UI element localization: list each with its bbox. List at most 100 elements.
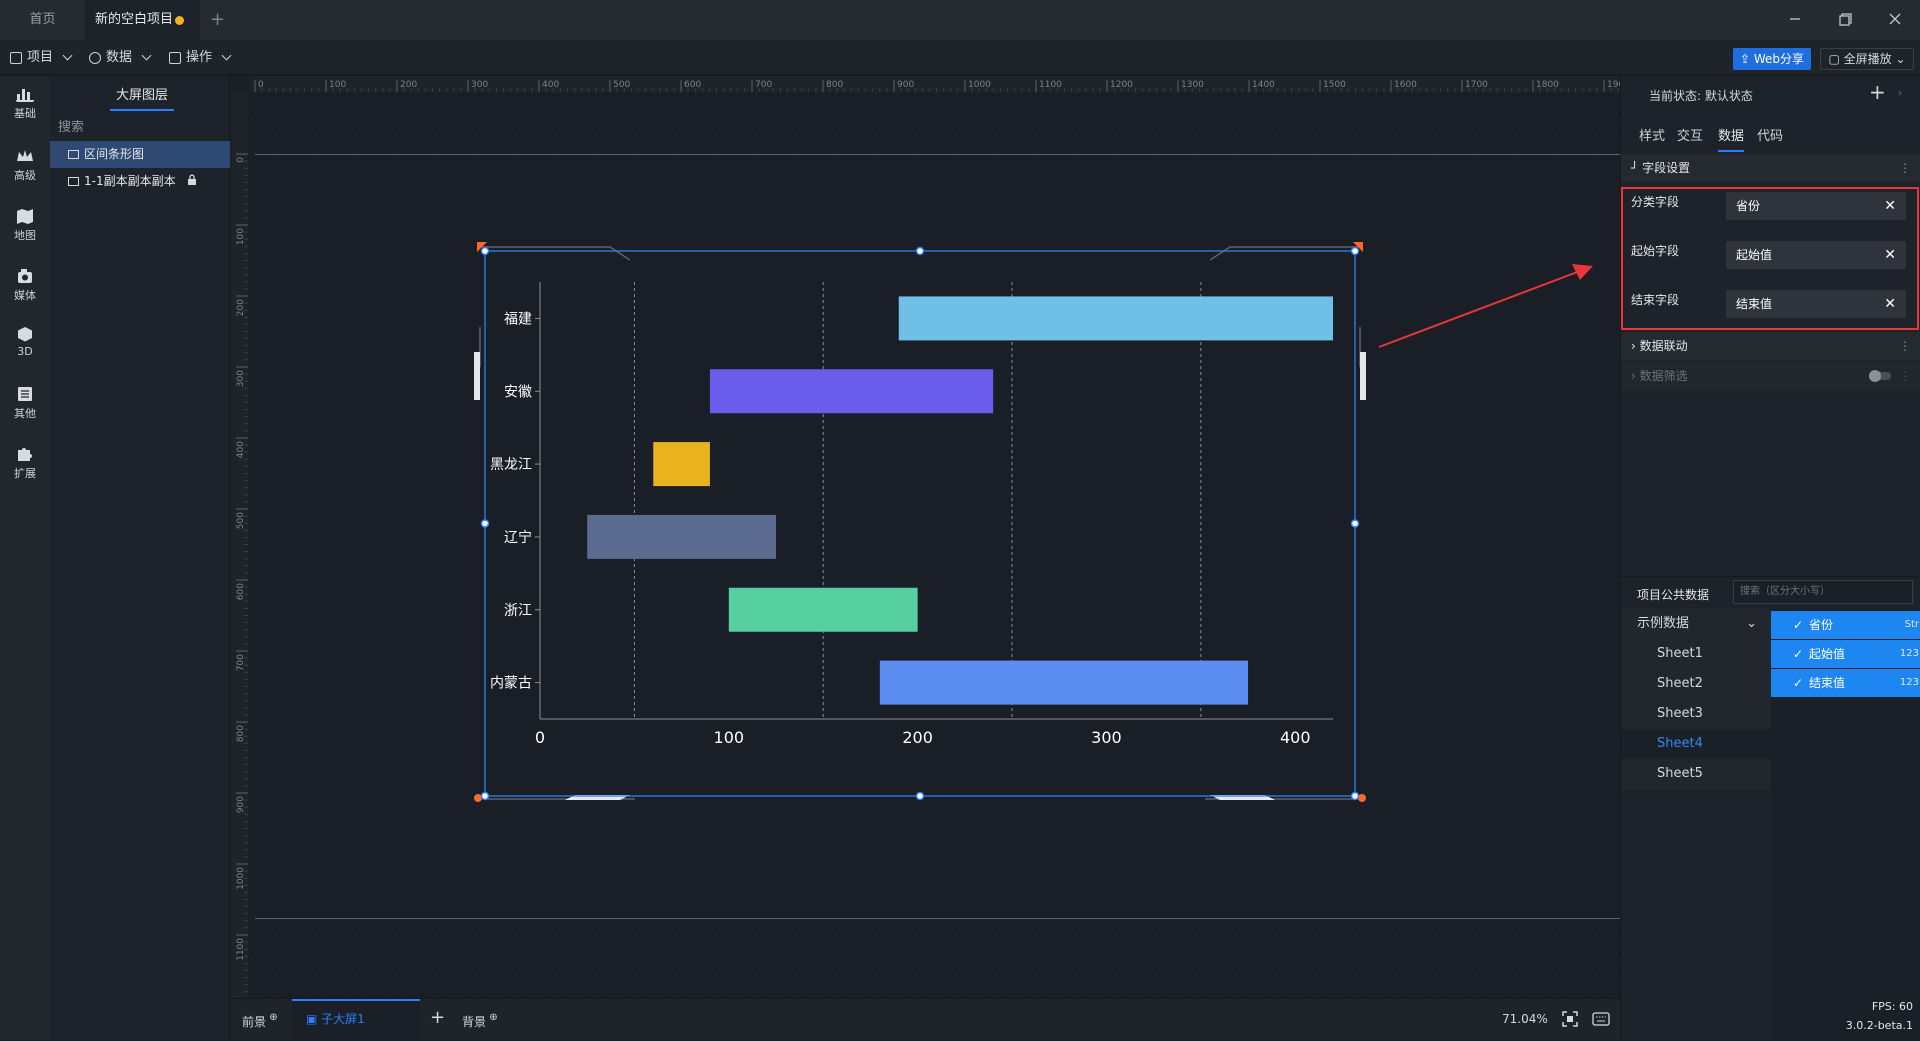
sheet-item[interactable]: Sheet1 [1621, 639, 1771, 669]
ruler-tick-label: 900 [897, 80, 914, 90]
sheet-item[interactable]: Sheet2 [1621, 669, 1771, 699]
current-state: 当前状态: 默认状态 [1649, 87, 1753, 104]
dataset-dropdown[interactable]: 示例数据 ⌄ [1621, 609, 1771, 639]
sidebar-item-label: 扩展 [14, 467, 36, 480]
menu-project[interactable]: 项目 [10, 40, 73, 75]
menu-data[interactable]: 数据 [89, 40, 152, 75]
check-icon: ✓ [1793, 676, 1804, 690]
column-item[interactable]: ✓ 省份 Str [1771, 611, 1920, 639]
resize-handle [1350, 246, 1360, 256]
close-icon[interactable]: ✕ [1884, 192, 1896, 220]
layers-panel-title[interactable]: 大屏图层 [110, 84, 174, 111]
ruler-tick-label: 0 [258, 80, 264, 90]
data-linkage-header[interactable]: › 数据联动 ⋮ [1621, 332, 1920, 360]
data-filter-header[interactable]: › 数据筛选 ⋮ [1621, 362, 1920, 390]
add-circle-icon[interactable]: ⊕ [266, 1012, 277, 1023]
restore-button[interactable] [1820, 0, 1870, 40]
sheet-item-active[interactable]: Sheet4 [1621, 729, 1771, 759]
layer-item[interactable]: 区间条形图 [50, 141, 230, 168]
more-icon[interactable]: ⋮ [1899, 154, 1911, 182]
bar-chart-icon [16, 89, 34, 102]
sidebar-item-basic[interactable]: 基础 [0, 86, 50, 121]
tab-project[interactable]: 新的空白项目 [85, 0, 200, 40]
ruler-tick-label: 800 [236, 725, 246, 742]
close-icon [1889, 13, 1901, 25]
start-field-input[interactable]: 起始值 ✕ [1726, 241, 1906, 269]
check-icon: ✓ [1793, 647, 1804, 661]
layer-item-label: 1-1副本副本副本 [84, 174, 176, 188]
tab-code[interactable]: 代码 [1757, 125, 1783, 144]
foreground-tab[interactable]: 前景 ⊕ [242, 1012, 278, 1030]
category-label: 安徽 [504, 384, 532, 400]
sidebar-item-media[interactable]: 媒体 [0, 268, 50, 303]
layer-item-label: 区间条形图 [84, 147, 145, 161]
screen-icon: ▣ [306, 1012, 322, 1026]
close-icon[interactable]: ✕ [1884, 290, 1896, 318]
range-bar [879, 660, 1249, 705]
add-circle-icon[interactable]: ⊕ [486, 1012, 497, 1023]
layers-panel: 大屏图层 搜索 区间条形图 1-1副本副本副本 [50, 76, 230, 1040]
sidebar-item-advanced[interactable]: 高级 [0, 148, 50, 183]
lock-icon [188, 174, 197, 185]
dataset-label: 示例数据 [1637, 616, 1690, 631]
column-item[interactable]: ✓ 起始值 123 [1771, 640, 1920, 668]
menu-data-label: 数据 [106, 50, 133, 65]
tab-style[interactable]: 样式 [1639, 125, 1665, 144]
column-item[interactable]: ✓ 结束值 123 [1771, 669, 1920, 697]
menu-project-label: 项目 [27, 50, 54, 65]
collapse-icon: ┘ [1631, 161, 1639, 175]
category-field-input[interactable]: 省份 ✕ [1726, 192, 1906, 220]
range-bar-chart-widget[interactable]: 0 100 200 300 400 福建安徽黑龙江辽宁浙江内蒙古 [470, 237, 1370, 837]
resize-handle [1350, 519, 1360, 528]
menu-operation[interactable]: 操作 [169, 40, 232, 75]
ruler-tick-label: 600 [236, 583, 246, 600]
column-type: Str [1904, 619, 1919, 630]
end-field-input[interactable]: 结束值 ✕ [1726, 290, 1906, 318]
minimize-button[interactable] [1770, 0, 1820, 40]
file-icon [10, 51, 22, 64]
ruler-tick-label: 900 [236, 796, 246, 813]
more-icon[interactable]: ⋮ [1899, 362, 1911, 390]
fit-screen-icon[interactable] [1562, 1011, 1578, 1027]
more-icon[interactable]: ⋮ [1899, 332, 1911, 360]
background-tab[interactable]: 背景 ⊕ [462, 1012, 498, 1030]
sheet-item[interactable]: Sheet5 [1621, 759, 1771, 789]
editor-canvas[interactable]: 0 100 200 300 400 福建 安徽 黑龙江 辽宁 浙江 内蒙古 [255, 92, 1620, 998]
fullscreen-button[interactable]: ▢ 全屏播放 ⌄ [1820, 48, 1914, 70]
chevron-right-icon: › [1631, 339, 1636, 353]
keyboard-icon[interactable] [1592, 1012, 1610, 1026]
data-filter-label: 数据筛选 [1639, 369, 1688, 383]
category-field-value: 省份 [1736, 199, 1761, 213]
add-subscreen-button[interactable]: + [430, 1007, 445, 1028]
tab-interaction[interactable]: 交互 [1677, 125, 1703, 144]
sidebar-item-map[interactable]: 地图 [0, 208, 50, 243]
media-icon [18, 269, 32, 283]
close-window-button[interactable] [1870, 0, 1920, 40]
ruler-tick-label: 700 [755, 80, 772, 90]
fullscreen-label: 全屏播放 [1843, 52, 1892, 66]
sidebar-item-other[interactable]: 其他 [0, 386, 50, 421]
tab-data[interactable]: 数据 [1718, 125, 1745, 152]
chevron-down-icon: ⌄ [1746, 616, 1757, 631]
subscreen-tab[interactable]: ▣ 子大屏1 [292, 999, 420, 1040]
column-type: 123 [1899, 677, 1919, 688]
chevron-right-icon[interactable]: › [1898, 86, 1902, 99]
sidebar-item-3d[interactable]: 3D [0, 326, 50, 358]
sidebar-item-label: 3D [17, 345, 33, 358]
web-share-button[interactable]: ⇪ Web分享 [1733, 48, 1811, 70]
ruler-tick-label: 700 [236, 654, 246, 671]
chevron-right-icon: › [1631, 369, 1636, 383]
add-state-button[interactable]: + [1869, 80, 1886, 104]
fullscreen-icon: ▢ [1828, 52, 1844, 66]
tab-home[interactable]: 首页 [0, 0, 85, 40]
filter-toggle[interactable] [1869, 370, 1891, 382]
add-tab-button[interactable]: + [210, 0, 230, 40]
annotation-arrow [1378, 264, 1593, 348]
layers-search-input[interactable]: 搜索 [58, 116, 84, 135]
close-icon[interactable]: ✕ [1884, 241, 1896, 269]
field-settings-header[interactable]: ┘ 字段设置 ⋮ [1621, 154, 1920, 182]
sheet-item[interactable]: Sheet3 [1621, 699, 1771, 729]
sidebar-item-extend[interactable]: 扩展 [0, 446, 50, 481]
layer-item[interactable]: 1-1副本副本副本 [50, 168, 230, 195]
public-data-search-input[interactable]: 搜索（区分大小写） [1733, 580, 1913, 604]
